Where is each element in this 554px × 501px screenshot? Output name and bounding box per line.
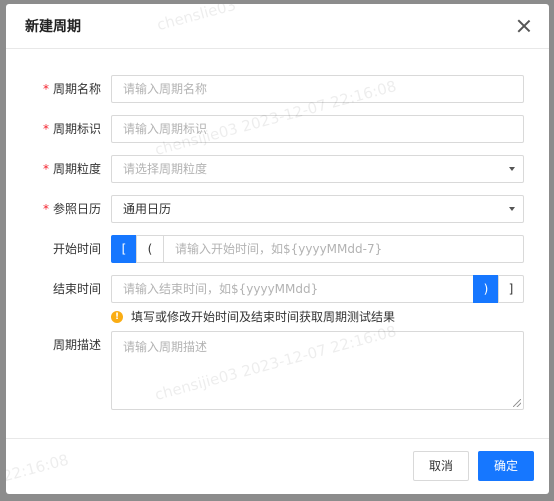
calendar-value: 通用日历 [123,202,172,216]
form-row-start: 开始时间 [ ( [6,235,549,263]
form-row-code: * 周期标识 [6,115,549,143]
end-open-bracket-button[interactable]: ) [473,275,499,303]
description-textarea[interactable] [111,331,524,410]
form-row-name: * 周期名称 [6,75,549,103]
dialog-title: 新建周期 [25,19,81,35]
warning-icon: ! [111,311,123,323]
start-time-input[interactable] [163,235,524,263]
end-label: 结束时间 [52,282,101,296]
required-mark: * [42,162,49,176]
required-mark: * [42,122,49,136]
close-icon[interactable] [517,19,531,33]
code-label: * 周期标识 [42,122,101,136]
form-row-end: 结束时间 ) ] [6,275,549,303]
form-row-granularity: * 周期粒度 请选择周期粒度 [6,155,549,183]
start-closed-bracket-button[interactable]: [ [111,235,137,263]
start-label: 开始时间 [52,242,101,256]
cancel-button[interactable]: 取消 [413,451,469,481]
ok-button[interactable]: 确定 [478,451,534,481]
form-row-description: 周期描述 [6,331,549,410]
name-label: * 周期名称 [42,82,101,96]
name-input[interactable] [111,75,524,103]
required-mark: * [42,202,49,216]
caret-down-icon [509,167,515,171]
hint-text: 填写或修改开始时间及结束时间获取周期测试结果 [131,310,396,324]
caret-down-icon [509,207,515,211]
end-closed-bracket-button[interactable]: ] [498,275,524,303]
resize-handle-icon[interactable] [513,399,521,407]
end-time-input[interactable] [111,275,474,303]
granularity-select[interactable]: 请选择周期粒度 [111,155,524,183]
dialog-footer: 取消 确定 [6,438,549,494]
dialog-header: 新建周期 [6,4,549,49]
calendar-label: * 参照日历 [42,202,101,216]
time-hint: ! 填写或修改开始时间及结束时间获取周期测试结果 [111,310,395,324]
granularity-placeholder: 请选择周期粒度 [123,162,208,176]
required-mark: * [42,82,49,96]
granularity-label: * 周期粒度 [42,162,101,176]
calendar-select[interactable]: 通用日历 [111,195,524,223]
code-input[interactable] [111,115,524,143]
description-label: 周期描述 [52,338,101,352]
start-open-bracket-button[interactable]: ( [136,235,164,263]
form-row-calendar: * 参照日历 通用日历 [6,195,549,223]
create-cycle-dialog: 新建周期 *周期名称 *周期标识 *周期粒度 请选择周期粒度 *参照日历 通用日… [6,4,549,494]
